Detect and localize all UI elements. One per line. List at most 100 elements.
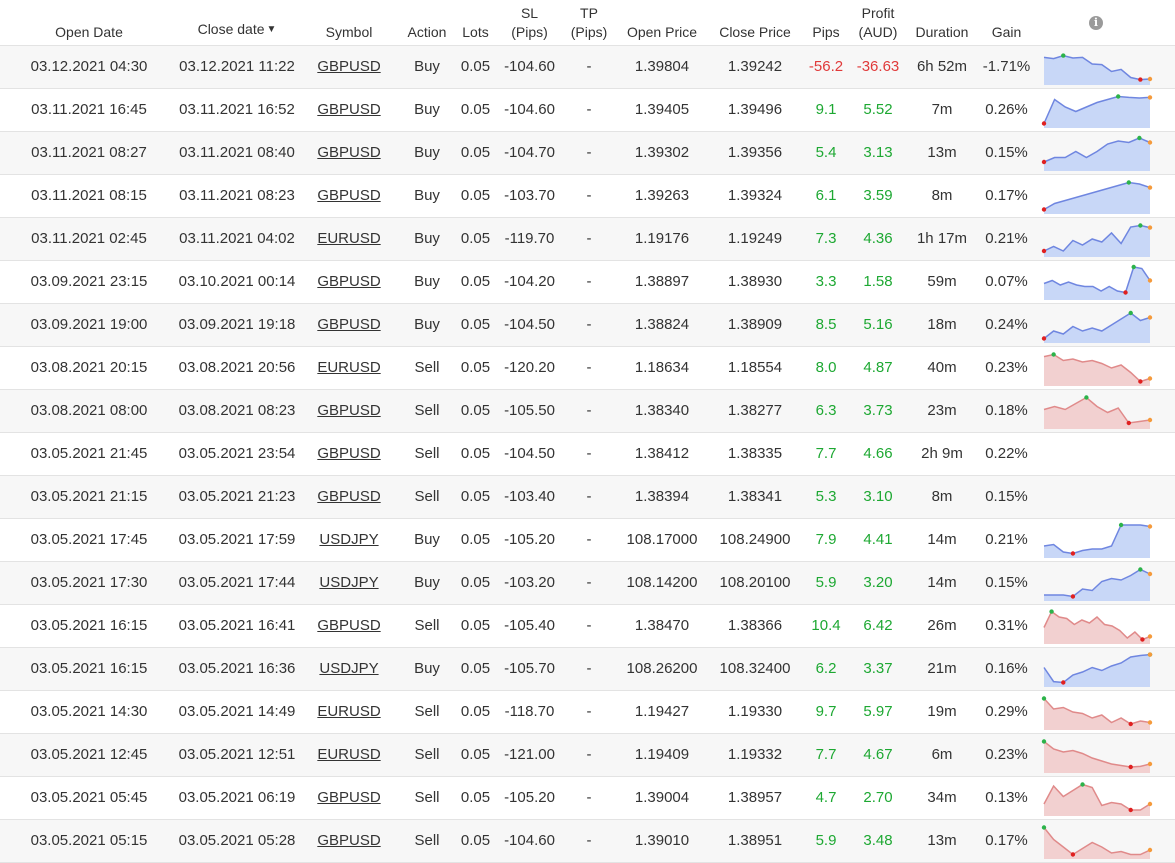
col-open-date[interactable]: Open Date [0,0,178,45]
col-tp-pips[interactable]: TP (Pips) [560,0,618,45]
table-row[interactable]: 03.05.2021 21:15 03.05.2021 21:23 GBPUSD Se… [0,475,1175,518]
symbol-link-text[interactable]: USDJPY [319,574,378,591]
col-symbol[interactable]: Symbol [296,0,402,45]
symbol-link[interactable]: GBPUSD [296,260,402,303]
table-row[interactable]: 03.09.2021 19:00 03.09.2021 19:18 GBPUSD Bu… [0,303,1175,346]
lots-cell: 0.05 [460,101,491,118]
table-row[interactable]: 03.09.2021 23:15 03.10.2021 00:14 GBPUSD Bu… [0,260,1175,303]
table-row[interactable]: 03.05.2021 12:45 03.05.2021 12:51 EURUSD Se… [0,733,1175,776]
symbol-link[interactable]: GBPUSD [296,45,402,88]
col-lots[interactable]: Lots [452,0,499,45]
lots-cell: 0.05 [460,230,491,247]
symbol-link-text[interactable]: GBPUSD [317,789,380,806]
table-row[interactable]: 03.05.2021 16:15 03.05.2021 16:41 GBPUSD Se… [0,604,1175,647]
trade-sparkline [1043,52,1153,85]
table-row[interactable]: 03.05.2021 17:45 03.05.2021 17:59 USDJPY Bu… [0,518,1175,561]
symbol-link[interactable]: GBPUSD [296,88,402,131]
table-row[interactable]: 03.08.2021 20:15 03.08.2021 20:56 EURUSD Se… [0,346,1175,389]
col-close-date[interactable]: Close date ▼ [178,0,296,45]
symbol-link-text[interactable]: GBPUSD [317,445,380,462]
col-duration[interactable]: Duration [908,0,976,45]
symbol-link-text[interactable]: GBPUSD [317,273,380,290]
gain-cell: 0.13% [985,789,1028,806]
close-date-cell: 03.05.2021 17:44 [178,574,296,591]
symbol-link[interactable]: USDJPY [296,518,402,561]
close-price-cell: 1.38930 [727,273,783,290]
col-profit-aud[interactable]: Profit (AUD) [848,0,908,45]
symbol-link-text[interactable]: EURUSD [317,359,380,376]
symbol-link[interactable]: USDJPY [296,647,402,690]
symbol-link-text[interactable]: GBPUSD [317,488,380,505]
symbol-link-text[interactable]: GBPUSD [317,58,380,75]
symbol-link[interactable]: USDJPY [296,561,402,604]
gain-cell: 0.18% [985,402,1028,419]
sparkline-end-point [1147,184,1153,190]
symbol-link-text[interactable]: EURUSD [317,230,380,247]
pips-cell: 6.2 [815,660,837,677]
trade-sparkline-cell [1037,561,1175,604]
table-row[interactable]: 03.11.2021 08:27 03.11.2021 08:40 GBPUSD Bu… [0,131,1175,174]
symbol-link-text[interactable]: USDJPY [319,531,378,548]
pips-cell: 8.5 [815,316,837,333]
col-action[interactable]: Action [402,0,452,45]
action-cell: Sell [414,617,440,634]
symbol-link[interactable]: GBPUSD [296,604,402,647]
close-price-cell: 108.32400 [719,660,791,677]
symbol-link[interactable]: GBPUSD [296,389,402,432]
info-icon[interactable]: i [1089,15,1103,30]
table-row[interactable]: 03.05.2021 21:45 03.05.2021 23:54 GBPUSD Se… [0,432,1175,475]
table-row[interactable]: 03.05.2021 05:15 03.05.2021 05:28 GBPUSD Se… [0,819,1175,862]
symbol-link-text[interactable]: GBPUSD [317,144,380,161]
symbol-link-text[interactable]: GBPUSD [317,101,380,118]
symbol-link-text[interactable]: GBPUSD [317,316,380,333]
action-cell: Buy [414,187,440,204]
symbol-link[interactable]: GBPUSD [296,303,402,346]
symbol-link[interactable]: EURUSD [296,733,402,776]
sparkline-end-point [1147,719,1153,725]
open-date-cell: 03.05.2021 17:30 [30,574,148,591]
symbol-link-text[interactable]: GBPUSD [317,187,380,204]
table-row[interactable]: 03.05.2021 17:30 03.05.2021 17:44 USDJPY Bu… [0,561,1175,604]
symbol-link-text[interactable]: GBPUSD [317,402,380,419]
sparkline-end-point [1147,801,1153,806]
tp-cell: - [586,789,592,806]
col-close-price[interactable]: Close Price [706,0,804,45]
symbol-link[interactable]: GBPUSD [296,475,402,518]
sparkline-low-point [1128,721,1133,726]
symbol-link[interactable]: EURUSD [296,346,402,389]
symbol-link[interactable]: EURUSD [296,217,402,260]
gain-cell: 0.15% [985,574,1028,591]
symbol-link[interactable]: GBPUSD [296,174,402,217]
profit-cell: 3.20 [863,574,893,591]
table-row[interactable]: 03.12.2021 04:30 03.12.2021 11:22 GBPUSD Bu… [0,45,1175,88]
sparkline-high-point [1126,179,1131,185]
tp-cell: - [586,144,592,161]
sparkline-end-point [1147,224,1153,230]
col-gain[interactable]: Gain [976,0,1037,45]
lots-cell: 0.05 [460,144,491,161]
symbol-link[interactable]: GBPUSD [296,432,402,475]
col-sl-pips[interactable]: SL (Pips) [499,0,560,45]
table-row[interactable]: 03.11.2021 02:45 03.11.2021 04:02 EURUSD Bu… [0,217,1175,260]
sl-cell: -105.70 [504,660,555,677]
table-row[interactable]: 03.05.2021 14:30 03.05.2021 14:49 EURUSD Se… [0,690,1175,733]
trade-sparkline [1041,179,1153,214]
symbol-link[interactable]: GBPUSD [296,819,402,862]
table-row[interactable]: 03.05.2021 05:45 03.05.2021 06:19 GBPUSD Se… [0,776,1175,819]
symbol-link-text[interactable]: GBPUSD [317,832,380,849]
action-cell: Buy [414,660,440,677]
table-row[interactable]: 03.11.2021 16:45 03.11.2021 16:52 GBPUSD Bu… [0,88,1175,131]
symbol-link-text[interactable]: GBPUSD [317,617,380,634]
col-pips[interactable]: Pips [804,0,848,45]
symbol-link-text[interactable]: USDJPY [319,660,378,677]
symbol-link-text[interactable]: EURUSD [317,703,380,720]
sparkline-end-point [1147,76,1153,81]
table-row[interactable]: 03.05.2021 16:15 03.05.2021 16:36 USDJPY Bu… [0,647,1175,690]
symbol-link-text[interactable]: EURUSD [317,746,380,763]
table-row[interactable]: 03.08.2021 08:00 03.08.2021 08:23 GBPUSD Se… [0,389,1175,432]
symbol-link[interactable]: GBPUSD [296,776,402,819]
symbol-link[interactable]: EURUSD [296,690,402,733]
symbol-link[interactable]: GBPUSD [296,131,402,174]
col-open-price[interactable]: Open Price [618,0,706,45]
table-row[interactable]: 03.11.2021 08:15 03.11.2021 08:23 GBPUSD Bu… [0,174,1175,217]
